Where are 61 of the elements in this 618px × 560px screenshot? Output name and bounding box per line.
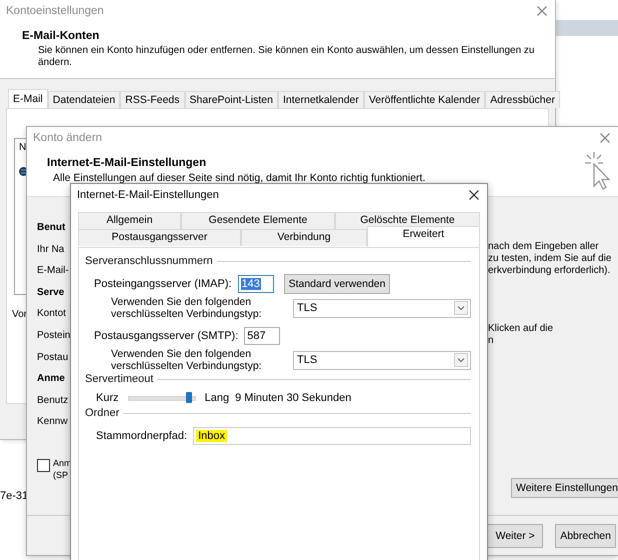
window-title: Kontoeinstellungen (6, 4, 104, 16)
caret-icon (454, 301, 468, 315)
default-button[interactable]: Standard verwenden (284, 274, 390, 294)
group-title: Serveranschlussnummern (85, 255, 213, 267)
close-icon[interactable] (469, 190, 479, 200)
group-title: Servertimeout (85, 373, 154, 385)
field-label: Postau (37, 352, 70, 365)
field-label: Kennw (37, 416, 69, 430)
field-label: Posteingangsserver (IMAP): (94, 278, 232, 290)
tab[interactable]: Erweitert (367, 226, 480, 247)
tab[interactable]: Postausgangsserver (78, 229, 241, 246)
dropdown[interactable]: TLS (293, 298, 471, 318)
field-label: Ihr Na (37, 244, 66, 257)
tab[interactable]: Verbindung (241, 229, 367, 246)
description-text: Sie können ein Konto hinzufügen oder entfernen. Sie können ein Konto auswählen, um dessen Einstellungen zu ändern. (38, 45, 536, 69)
field-label: Postausgangsserver (SMTP): (94, 330, 238, 342)
port-field[interactable]: 143 (238, 275, 274, 293)
note-text: Vor (12, 309, 28, 320)
field-label: E-Mail- (37, 265, 70, 278)
dialog-button[interactable]: Abbrechen (555, 524, 616, 548)
cursor-icon (584, 151, 610, 191)
tab[interactable]: Adressbücher (485, 91, 560, 108)
tab[interactable]: E-Mail (8, 89, 48, 108)
dialog-button[interactable]: Weiter > (487, 524, 544, 548)
section-heading: Internet-E-Mail-Einstellungen (47, 157, 208, 169)
desktop-text: 7e-31 (0, 490, 28, 502)
section-heading: Anme (37, 373, 66, 386)
more-settings-button[interactable]: Weitere Einstellungen (511, 478, 618, 498)
tab[interactable]: Datendateien (48, 91, 120, 108)
description-text: Alle Einstellungen auf dieser Seite sind nötig, damit Ihr Konto richtig funktioniert. (53, 172, 426, 184)
field-label: Kontot (37, 308, 67, 322)
field-label: Postein (37, 330, 71, 343)
caret-icon (454, 353, 468, 367)
field-label: Benutz (37, 394, 70, 408)
slider-label: Lang (204, 392, 230, 404)
description-text: Klicken auf die n (488, 323, 554, 347)
port-field[interactable]: 587 (244, 327, 280, 345)
list-item[interactable]: N (19, 142, 27, 153)
tab[interactable]: RSS-Feeds (120, 91, 185, 108)
tab[interactable]: SharePoint-Listen (184, 91, 278, 108)
slider-label: Kurz (96, 392, 119, 404)
tab[interactable]: Internetkalender (278, 91, 364, 108)
description-text: nach dem Eingeben aller zu testen, indem Sie auf die erkverbindung erforderlich). (488, 241, 612, 277)
tab[interactable]: Allgemein (78, 212, 181, 229)
group-title: Ordner (85, 407, 120, 419)
timeout-value: 9 Minuten 30 Sekunden (235, 392, 352, 404)
window-title: Konto ändern (33, 132, 102, 144)
section-heading: E-Mail-Konten (22, 30, 100, 42)
field-label: Verwenden Sie den folgenden verschlüsselten Verbindungstyp: (111, 296, 262, 320)
window-title: Internet-E-Mail-Einstellungen (77, 188, 219, 200)
dropdown[interactable]: TLS (293, 350, 471, 370)
tab[interactable]: Gesendete Elemente (181, 212, 335, 229)
slider-thumb[interactable] (186, 392, 192, 402)
background-band (556, 20, 618, 36)
section-heading: Serve (37, 286, 66, 300)
field-label: Verwenden Sie den folgenden verschlüsselten Verbindungstyp: (111, 348, 262, 372)
field-label: Stammordnerpfad: (96, 430, 188, 442)
checkbox[interactable] (37, 458, 50, 472)
section-heading: Benut (37, 222, 66, 235)
folder-path-field[interactable]: Inbox (193, 427, 471, 445)
tab[interactable]: Veröffentlichte Kalender (364, 91, 486, 108)
